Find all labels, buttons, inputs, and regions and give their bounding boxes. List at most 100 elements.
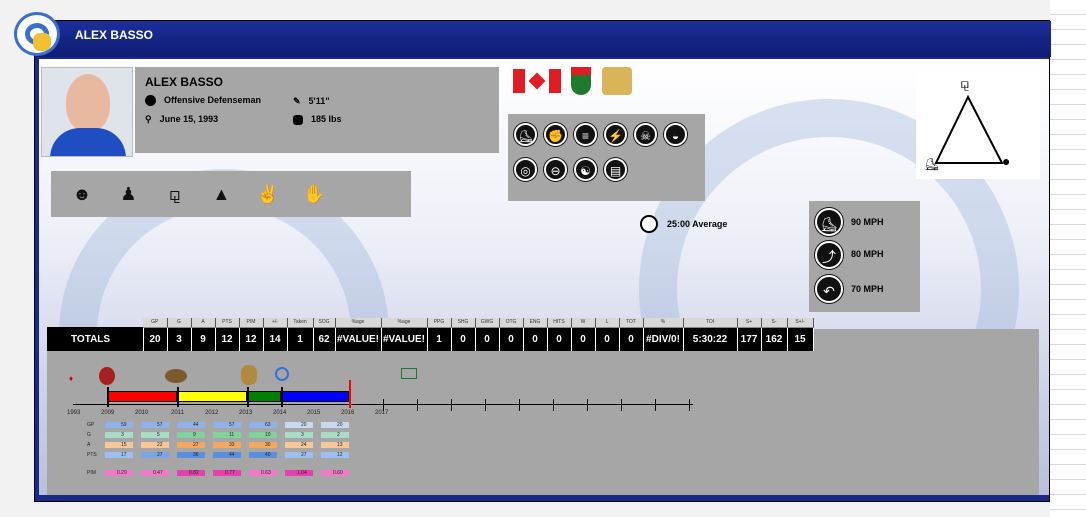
ram-logo-icon bbox=[14, 12, 60, 56]
lightning-icon: ⚡ bbox=[604, 123, 627, 146]
col-ppg: PPG bbox=[427, 318, 452, 328]
pts-cell: 44 bbox=[213, 452, 241, 458]
timeline-tick bbox=[587, 399, 588, 411]
team-segment-2 bbox=[177, 391, 247, 402]
birth-icon: ⚲ bbox=[145, 114, 152, 124]
birthdate-row: ⚲ June 15, 1993 bbox=[145, 114, 218, 125]
totals-cell: 5:30:22 bbox=[683, 327, 738, 351]
timeline-dashed bbox=[73, 404, 107, 405]
skater-icon: ⛸ bbox=[514, 123, 537, 146]
stopwatch-icon bbox=[640, 215, 658, 233]
col-l: L bbox=[595, 318, 620, 328]
skills-panel: ⛸ ✊ ≡ ⚡ ☠ ◒ ◎ ⊖ ☯ ▤ bbox=[508, 114, 705, 201]
header-spacer bbox=[47, 318, 143, 327]
height-text: 5'11" bbox=[308, 96, 330, 106]
timeline-tick bbox=[519, 399, 520, 411]
totals-cell: 0 bbox=[547, 327, 572, 351]
gp-cell: 44 bbox=[177, 422, 205, 428]
gp-cell: 57 bbox=[213, 422, 241, 428]
weight-row: 185 lbs bbox=[293, 114, 342, 125]
gp-cell: 20 bbox=[285, 422, 313, 428]
col-hits: HITS bbox=[547, 318, 572, 328]
helmet-icon: ◒ bbox=[664, 123, 687, 146]
player-photo bbox=[41, 67, 133, 157]
a-cell: 30 bbox=[249, 442, 277, 448]
toi-average: 25:00 Average bbox=[667, 219, 728, 229]
totals-cell: 0 bbox=[571, 327, 596, 351]
draft-marker-icon bbox=[401, 368, 417, 379]
player-card: ALEX BASSO Offensive Defenseman ⚲ June 15… bbox=[39, 59, 1049, 495]
yin-yang-icon: ☯ bbox=[574, 158, 597, 181]
year-label: 2016 bbox=[341, 410, 355, 416]
totals-cell: 162 bbox=[761, 327, 788, 351]
totals-cell: 0 bbox=[595, 327, 620, 351]
bio-panel: ALEX BASSO Offensive Defenseman ⚲ June 15… bbox=[135, 67, 499, 153]
flag-canada-icon bbox=[513, 69, 561, 93]
birth-marker-icon: ♦ bbox=[69, 374, 74, 383]
brain-icon: ● bbox=[1002, 153, 1011, 169]
totals-cell: 14 bbox=[263, 327, 288, 351]
col-w: W bbox=[571, 318, 596, 328]
weight-text: 185 lbs bbox=[311, 114, 342, 124]
a-cell: 15 bbox=[105, 442, 133, 448]
totals-cell: 0 bbox=[499, 327, 524, 351]
fist-icon: ✊ bbox=[544, 123, 567, 146]
col-pts: PTS bbox=[215, 318, 240, 328]
totals-cell: 12 bbox=[239, 327, 264, 351]
col-taken: Taken bbox=[287, 318, 314, 328]
year-label: 2011 bbox=[171, 410, 184, 416]
totals-cell: #DIV/0! bbox=[643, 327, 684, 351]
team-segment-1 bbox=[107, 391, 177, 402]
totals-cell: 0 bbox=[523, 327, 548, 351]
weightlifter-trait-icon: ⚼ bbox=[168, 184, 182, 204]
pim-cell: 0.47 bbox=[141, 470, 169, 476]
page-title: ALEX BASSO bbox=[75, 28, 154, 42]
team-segment-4 bbox=[281, 391, 349, 402]
col-pim: PIM bbox=[239, 318, 264, 328]
timeline-tick bbox=[553, 399, 554, 411]
a-cell: 33 bbox=[213, 442, 241, 448]
totals-cell: 15 bbox=[787, 327, 814, 351]
g-cell: 2 bbox=[321, 432, 349, 438]
col-toi: TOI bbox=[683, 318, 738, 328]
g-cell: 11 bbox=[213, 432, 241, 438]
face-trait-icon: ☻ bbox=[72, 184, 92, 204]
timeline-tick bbox=[485, 399, 486, 411]
timeline-tick bbox=[247, 387, 249, 407]
pts-cell: 27 bbox=[285, 452, 313, 458]
speed-2: 80 MPH bbox=[851, 249, 884, 259]
totals-cell: 0 bbox=[451, 327, 476, 351]
timeline-tick bbox=[689, 399, 690, 411]
a-cell: 13 bbox=[321, 442, 349, 448]
player-name: ALEX BASSO bbox=[145, 75, 224, 89]
totals-cell: 1 bbox=[287, 327, 314, 351]
g-cell: 3 bbox=[105, 432, 133, 438]
ruler-icon: ✎ bbox=[293, 96, 301, 106]
position-icon bbox=[145, 95, 156, 107]
handshake-icon: ✋ bbox=[303, 184, 326, 204]
attribute-triangle: ⚼ ⛸ ● bbox=[916, 67, 1040, 179]
totals-cell: 177 bbox=[737, 327, 762, 351]
col-otg: OTG bbox=[499, 318, 524, 328]
year-label: 2013 bbox=[239, 410, 253, 416]
skater-corner-icon: ⛸ bbox=[924, 157, 940, 171]
gp-cell: 20 bbox=[321, 422, 349, 428]
slap-shot-icon: ⤴ bbox=[815, 241, 843, 269]
year-label: 2012 bbox=[205, 410, 219, 416]
pts-cell: 12 bbox=[321, 452, 349, 458]
pim-cell: 1.04 bbox=[285, 470, 313, 476]
strength-icon: ⚼ bbox=[960, 75, 970, 91]
pim-cell: 0.60 bbox=[321, 470, 349, 476]
current-marker bbox=[349, 380, 351, 408]
pim-cell: 0.29 bbox=[105, 470, 133, 476]
team-logo-3 bbox=[241, 365, 257, 385]
col-g: G bbox=[167, 318, 192, 328]
position-text: Offensive Defenseman bbox=[164, 95, 262, 105]
speed-1: 90 MPH bbox=[851, 217, 884, 227]
thumbs-up-icon: ✌ bbox=[256, 184, 280, 204]
wrist-shot-icon: ↶ bbox=[815, 275, 843, 303]
timeline-tick bbox=[177, 387, 179, 407]
stats-table: GP G A PTS PIM +/- Taken SOG %age %age P… bbox=[47, 318, 814, 351]
timeline-tick bbox=[107, 387, 109, 407]
totals-label: TOTALS bbox=[47, 327, 144, 351]
